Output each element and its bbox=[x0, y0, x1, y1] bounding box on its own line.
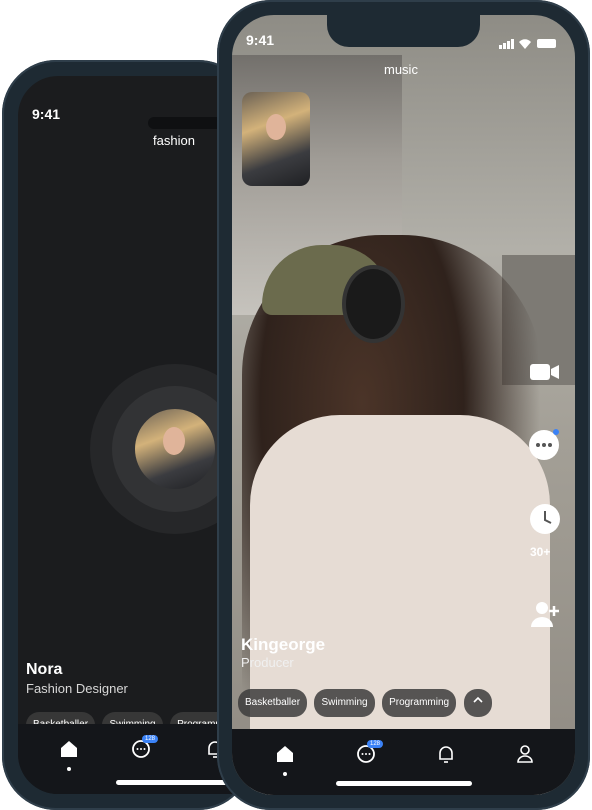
active-dot bbox=[283, 772, 287, 776]
profile-name: Nora bbox=[26, 661, 63, 678]
nav-profile[interactable] bbox=[510, 739, 540, 769]
home-icon bbox=[277, 746, 293, 762]
profile-name: Kingeorge bbox=[241, 635, 326, 654]
nav-messages[interactable]: 128 bbox=[126, 734, 159, 764]
tag-chip[interactable]: Basketballer bbox=[238, 689, 308, 717]
video-camera-icon bbox=[530, 364, 559, 380]
messages-badge: 128 bbox=[367, 740, 384, 748]
nav-notifications[interactable] bbox=[431, 739, 461, 769]
headphones bbox=[342, 265, 405, 343]
avatar-face bbox=[163, 427, 185, 455]
notch bbox=[327, 15, 480, 47]
video-screen[interactable]: 9:41 music 30+ Kingeorge Producer Basket… bbox=[232, 15, 575, 795]
timer-button[interactable] bbox=[528, 502, 562, 536]
tag-chip[interactable]: Swimming bbox=[314, 689, 375, 717]
clock-icon bbox=[530, 504, 560, 534]
add-friend-button[interactable] bbox=[528, 597, 562, 631]
nav-home[interactable] bbox=[270, 739, 300, 776]
video-call-button[interactable] bbox=[528, 355, 562, 389]
chevron-up-icon bbox=[472, 696, 483, 703]
signal-wifi-battery-icon bbox=[499, 39, 556, 49]
timer-label: 30+ bbox=[530, 545, 551, 559]
status-icons bbox=[499, 36, 559, 49]
user-icon bbox=[517, 745, 533, 763]
front-phone: 9:41 music 30+ Kingeorge Producer Basket… bbox=[217, 0, 590, 810]
profile-role: Producer bbox=[241, 655, 294, 670]
chat-button[interactable] bbox=[528, 428, 562, 462]
avatar[interactable] bbox=[135, 409, 215, 489]
home-indicator bbox=[336, 781, 472, 786]
chat-bubble-icon bbox=[529, 429, 559, 460]
status-time: 9:41 bbox=[32, 106, 61, 122]
home-icon bbox=[61, 741, 77, 757]
category-label[interactable]: music bbox=[384, 62, 418, 77]
expand-tags-button[interactable] bbox=[463, 689, 492, 717]
profile-role: Fashion Designer bbox=[26, 681, 128, 696]
back-phone: 9:41 fashion Nora Fashion Designer Baske… bbox=[2, 60, 252, 810]
bell-icon bbox=[439, 746, 453, 763]
pip-face bbox=[266, 114, 286, 140]
pip-thumbnail[interactable] bbox=[242, 92, 310, 186]
tag-chip[interactable]: Programming bbox=[382, 689, 457, 717]
bottom-nav: 128 bbox=[232, 729, 575, 795]
messages-badge: 128 bbox=[142, 735, 159, 743]
status-time: 9:41 bbox=[246, 32, 275, 48]
category-label[interactable]: fashion bbox=[153, 133, 195, 148]
nav-messages[interactable]: 128 bbox=[351, 739, 384, 769]
add-user-icon bbox=[531, 602, 559, 627]
active-dot bbox=[67, 767, 71, 771]
nav-home[interactable] bbox=[54, 734, 84, 771]
tag-list: Basketballer Swimming Programming bbox=[238, 689, 495, 717]
